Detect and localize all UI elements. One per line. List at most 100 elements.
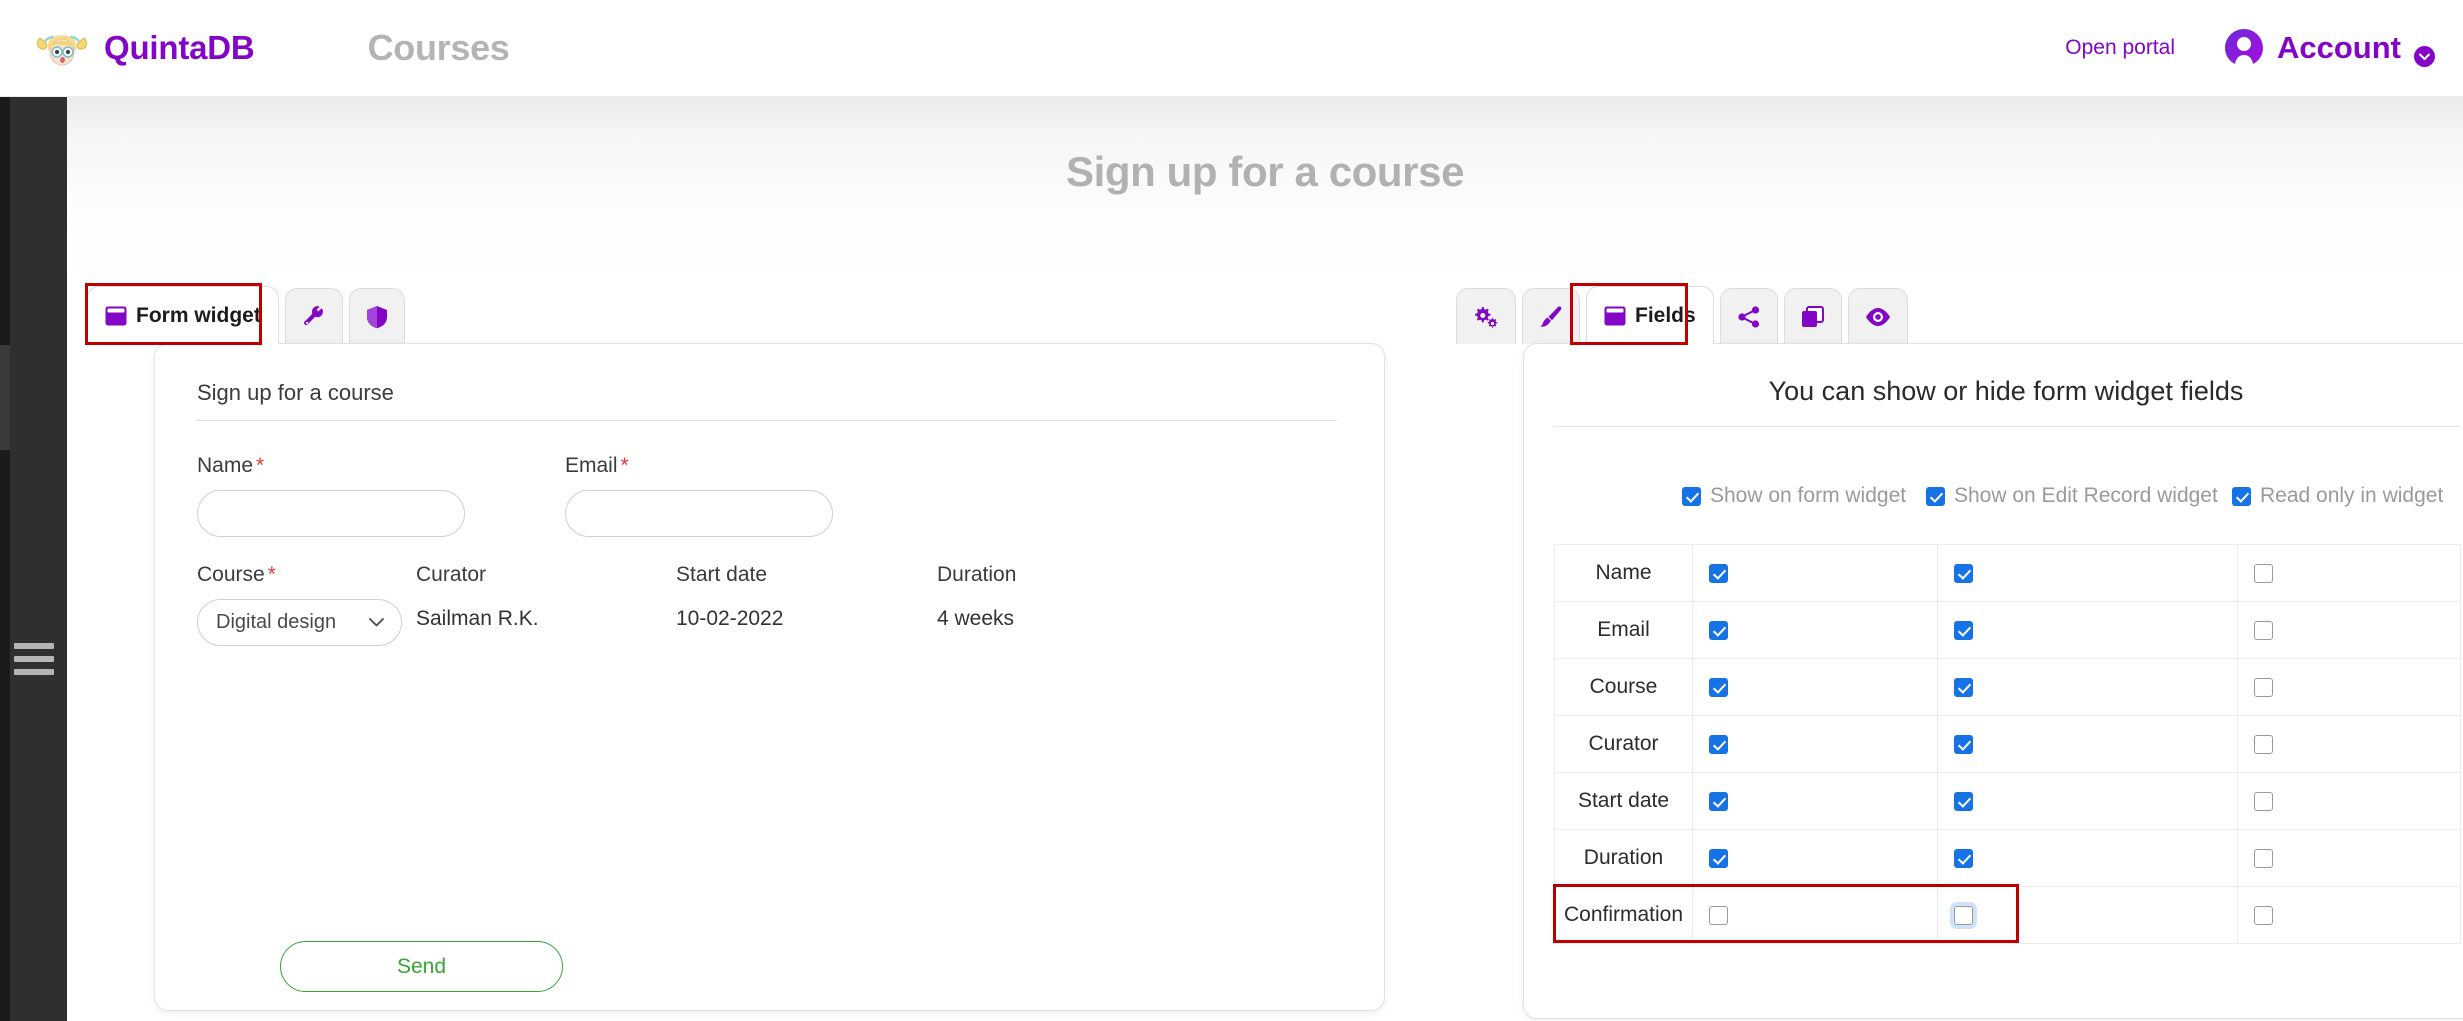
column-header-checkbox-show-form[interactable]	[1682, 486, 1701, 506]
gears-settings-icon	[1473, 305, 1499, 329]
field-name-cell: Duration	[1554, 829, 1693, 887]
rail-accent-strip	[0, 90, 10, 1021]
column-header-show-on-edit-record-widget: Show on Edit Record widget	[1926, 484, 2218, 508]
fields-tabstrip: Fields	[1456, 286, 1914, 344]
fields-settings-card: You can show or hide form widget fields …	[1523, 343, 2463, 1019]
share-icon	[1737, 305, 1761, 329]
column-header-label-show-edit: Show on Edit Record widget	[1954, 484, 2218, 507]
table-row: Course	[1554, 658, 2461, 716]
form-widget-icon	[105, 306, 127, 326]
checkbox-show-on-edit-record-widget[interactable]	[1954, 563, 1973, 583]
course-select-wrapper: Digital design	[197, 599, 402, 646]
checkbox-show-on-edit-record-widget[interactable]	[1954, 905, 1973, 925]
checkbox-show-on-form-widget[interactable]	[1709, 905, 1728, 925]
quintadb-girl-logo-icon	[34, 26, 90, 70]
field-start-date: Start date 10-02-2022	[676, 563, 783, 631]
shield-icon	[366, 305, 388, 329]
tab-preview[interactable]	[1847, 288, 1908, 344]
hamburger-menu-icon[interactable]	[14, 643, 54, 675]
checkbox-read-only-in-widget[interactable]	[2254, 620, 2273, 640]
checkbox-show-on-form-widget[interactable]	[1709, 848, 1728, 868]
app-root: QuintaDB Courses Open portal Account Sig…	[0, 0, 2463, 1021]
field-duration: Duration 4 weeks	[937, 563, 1016, 631]
fields-card-divider	[1554, 426, 2460, 427]
cell-show-on-form-widget	[1692, 715, 1938, 773]
rail-accent-highlight	[0, 345, 10, 450]
account-menu[interactable]: Account	[2223, 27, 2435, 69]
checkbox-show-on-form-widget[interactable]	[1709, 734, 1728, 754]
checkbox-show-on-form-widget[interactable]	[1709, 620, 1728, 640]
column-header-checkbox-show-edit[interactable]	[1926, 486, 1945, 506]
tab-fields-label: Fields	[1635, 303, 1696, 327]
name-input[interactable]	[197, 490, 465, 537]
table-row: Curator	[1554, 715, 2461, 773]
checkbox-show-on-form-widget[interactable]	[1709, 791, 1728, 811]
field-name-label: Name *	[197, 454, 465, 478]
cell-show-on-form-widget	[1692, 658, 1938, 716]
course-select-value: Digital design	[216, 611, 337, 633]
field-name: Name *	[197, 454, 465, 537]
eye-preview-icon	[1865, 307, 1891, 327]
field-email-required-marker: *	[620, 454, 629, 477]
checkbox-read-only-in-widget[interactable]	[2254, 734, 2273, 754]
table-row: Email	[1554, 601, 2461, 659]
tab-fields[interactable]: Fields	[1586, 286, 1714, 344]
column-header-label-read-only: Read only in widget	[2260, 484, 2444, 507]
field-course-label: Course *	[197, 563, 402, 587]
checkbox-show-on-edit-record-widget[interactable]	[1954, 848, 1973, 868]
field-curator: Curator Sailman R.K.	[416, 563, 539, 631]
field-name-cell: Email	[1554, 601, 1693, 659]
main-canvas: Sign up for a course Form widget Sign up…	[67, 90, 2463, 1021]
tab-form-widget[interactable]: Form widget	[87, 286, 279, 344]
checkbox-show-on-edit-record-widget[interactable]	[1954, 677, 1973, 697]
checkbox-show-on-form-widget[interactable]	[1709, 563, 1728, 583]
column-header-read-only-in-widget: Read only in widget	[2232, 484, 2443, 508]
tab-design-paintbrush[interactable]	[1522, 288, 1580, 344]
cell-show-on-form-widget	[1692, 829, 1938, 887]
chevron-down-icon[interactable]	[2414, 46, 2435, 67]
field-course-label-text: Course	[197, 563, 265, 586]
cell-read-only-in-widget	[2237, 715, 2461, 773]
table-row: Duration	[1554, 829, 2461, 887]
field-curator-label: Curator	[416, 563, 487, 586]
column-header-checkbox-read-only[interactable]	[2232, 486, 2251, 506]
cell-read-only-in-widget	[2237, 544, 2461, 602]
cell-show-on-form-widget	[1692, 601, 1938, 659]
checkbox-read-only-in-widget[interactable]	[2254, 905, 2273, 925]
curator-value: Sailman R.K.	[416, 607, 539, 630]
send-button[interactable]: Send	[280, 941, 563, 992]
tab-form-widget-label: Form widget	[136, 303, 261, 327]
field-start-date-label: Start date	[676, 563, 768, 586]
tab-share[interactable]	[1719, 288, 1778, 344]
checkbox-read-only-in-widget[interactable]	[2254, 563, 2273, 583]
account-avatar-icon	[2223, 27, 2265, 69]
checkbox-show-on-edit-record-widget[interactable]	[1954, 734, 1973, 754]
cell-show-on-edit-record-widget	[1937, 544, 2238, 602]
checkbox-read-only-in-widget[interactable]	[2254, 848, 2273, 868]
checkbox-show-on-edit-record-widget[interactable]	[1954, 620, 1973, 640]
field-name-cell: Start date	[1554, 772, 1693, 830]
cell-show-on-edit-record-widget	[1937, 658, 2238, 716]
checkbox-show-on-edit-record-widget[interactable]	[1954, 791, 1973, 811]
column-header-label-show-form: Show on form widget	[1710, 484, 1907, 507]
checkbox-read-only-in-widget[interactable]	[2254, 791, 2273, 811]
brand-zone[interactable]: QuintaDB	[34, 26, 255, 70]
tab-widget-settings[interactable]	[1456, 288, 1516, 344]
cell-read-only-in-widget	[2237, 601, 2461, 659]
fields-table: Name Email Course Curator Start date Duration…	[1554, 544, 2461, 944]
wrench-icon	[302, 305, 326, 329]
course-select[interactable]: Digital design	[197, 599, 402, 646]
form-widget-card: Sign up for a course Name * Email * Cour…	[154, 343, 1385, 1011]
email-input[interactable]	[565, 490, 833, 537]
open-portal-link[interactable]: Open portal	[2065, 36, 2175, 60]
tab-duplicate[interactable]	[1783, 288, 1842, 344]
cell-show-on-form-widget	[1692, 772, 1938, 830]
tab-settings-wrench[interactable]	[284, 288, 343, 344]
checkbox-show-on-form-widget[interactable]	[1709, 677, 1728, 697]
tab-security-shield[interactable]	[348, 288, 405, 344]
field-name-required-marker: *	[256, 454, 265, 477]
checkbox-read-only-in-widget[interactable]	[2254, 677, 2273, 697]
table-row: Start date	[1554, 772, 2461, 830]
duration-value: 4 weeks	[937, 607, 1015, 630]
field-name-cell: Course	[1554, 658, 1693, 716]
